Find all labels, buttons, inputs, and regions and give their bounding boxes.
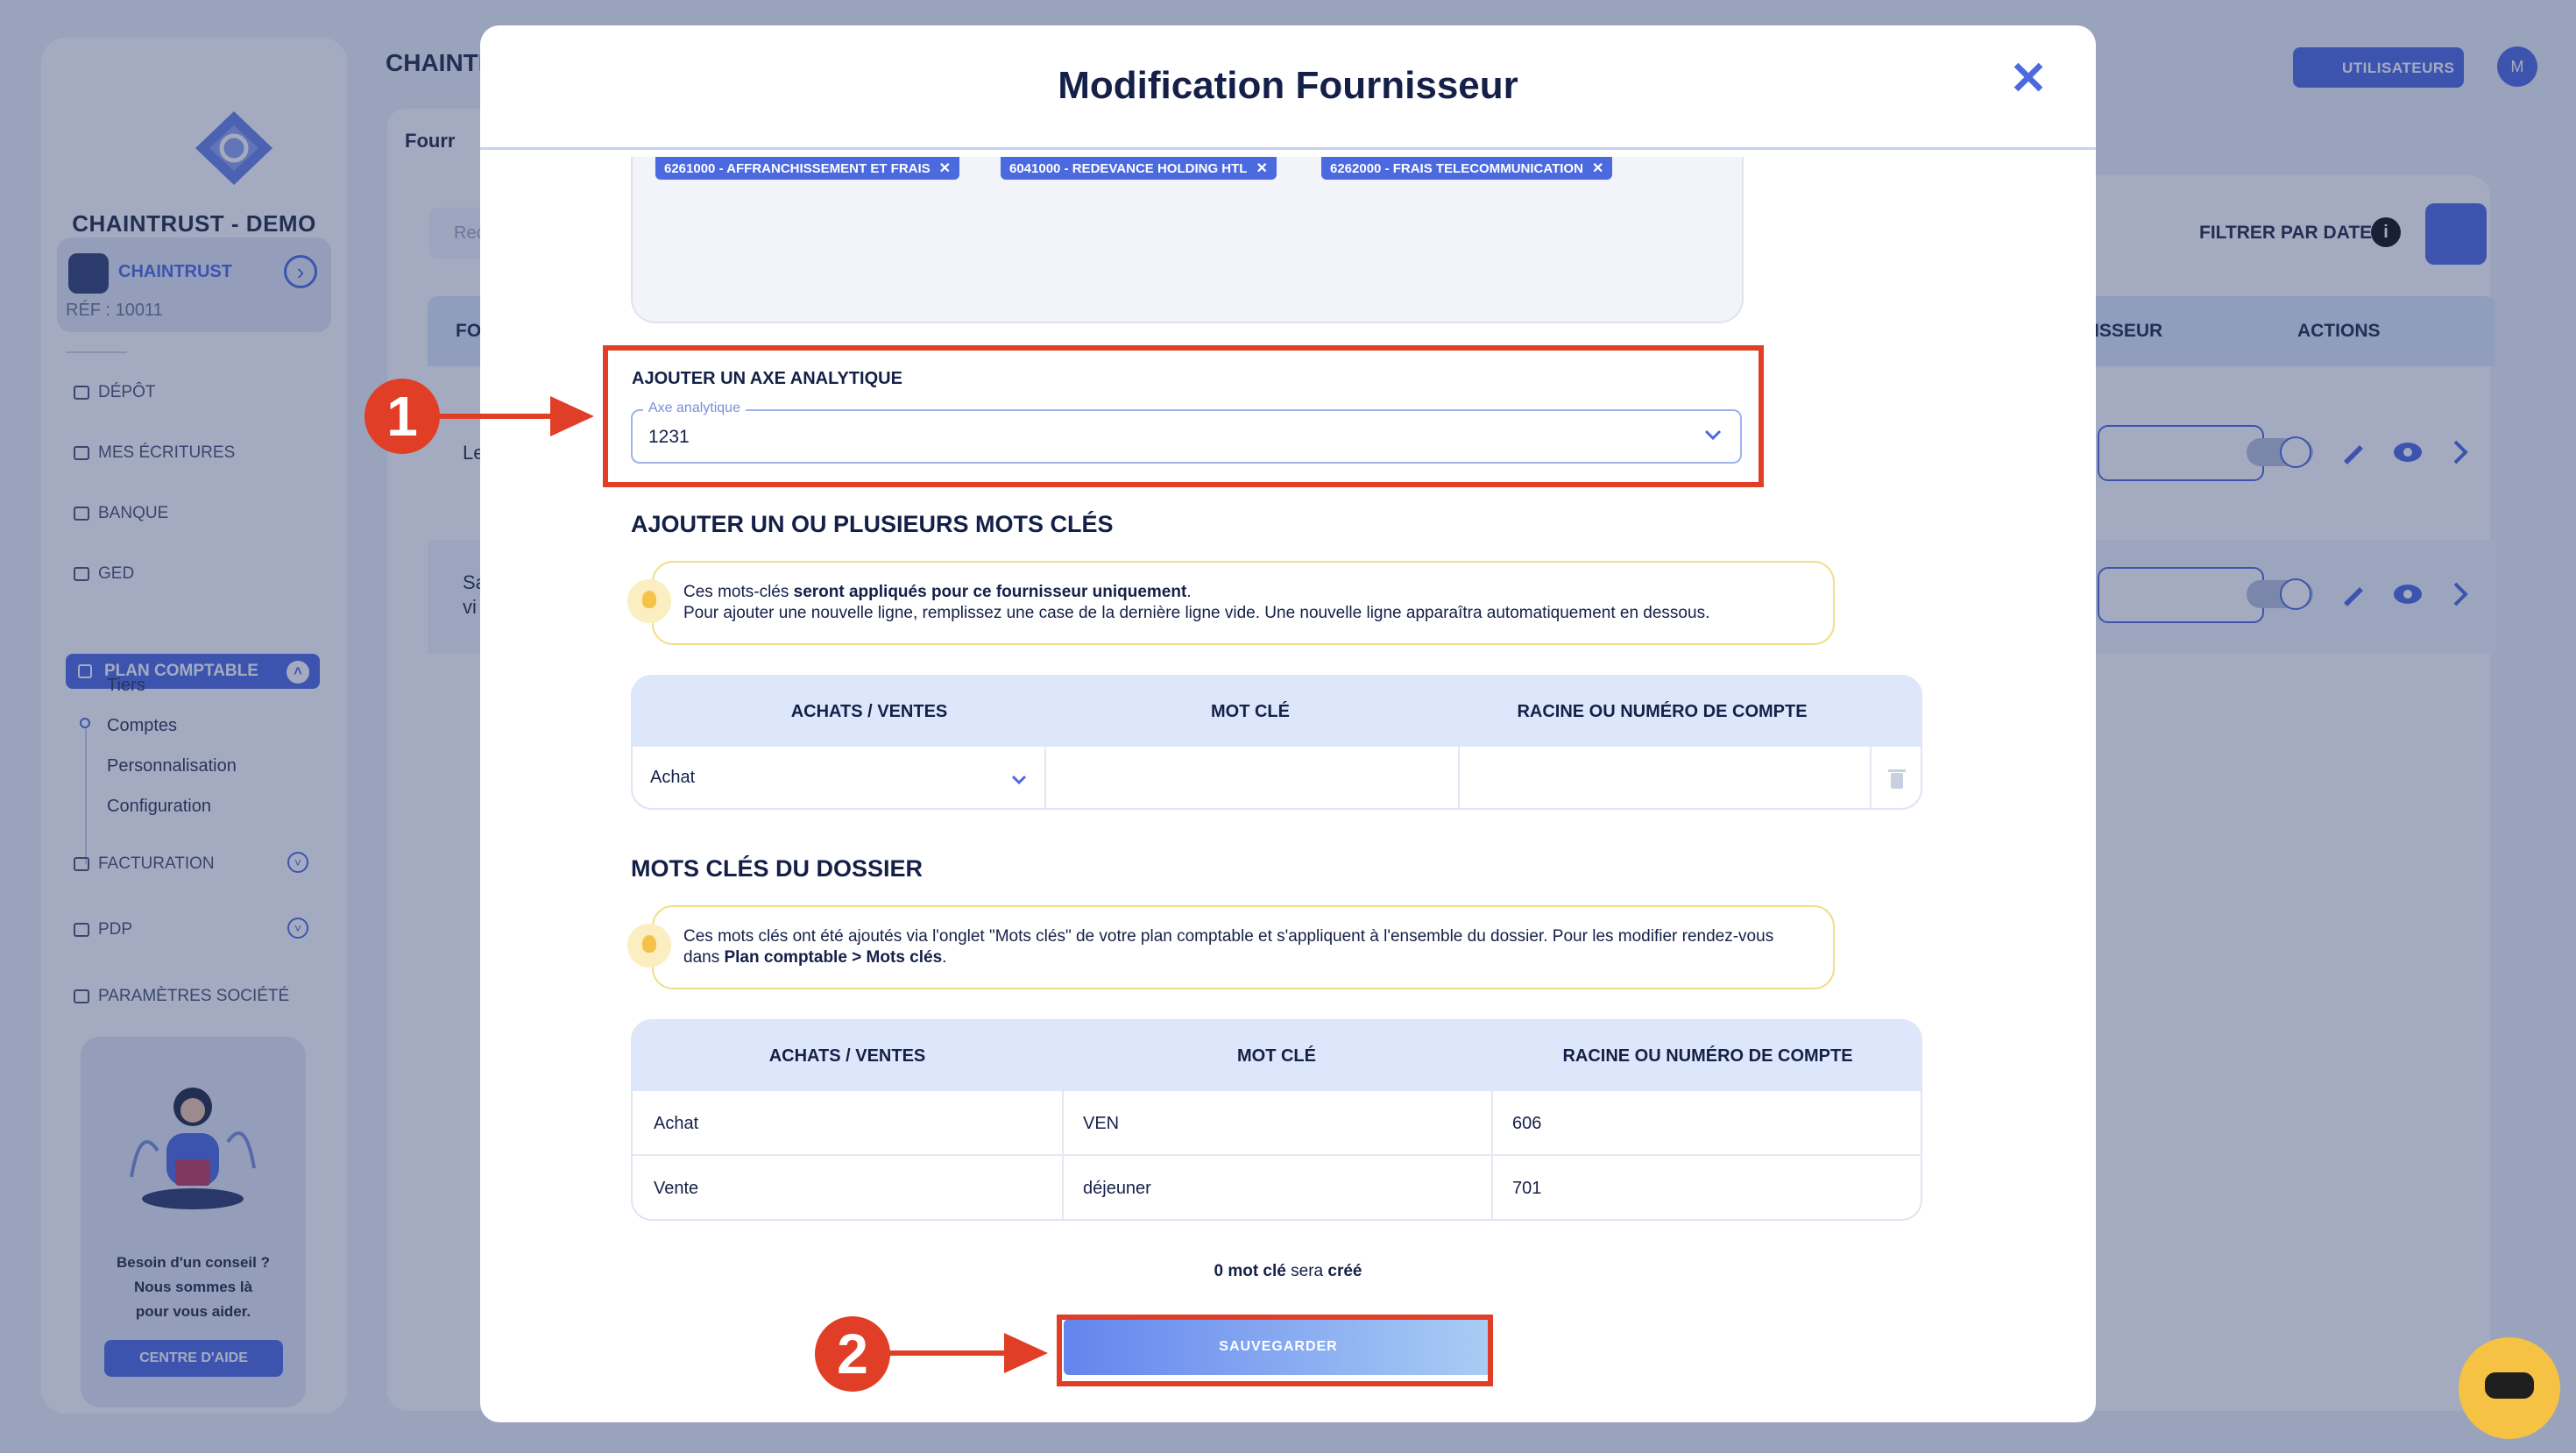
step-badge-2: 2 [815,1316,890,1392]
row-type: Achat [654,1114,699,1133]
trash-icon[interactable] [1886,766,1908,792]
keywords-section-title: AJOUTER UN OU PLUSIEURS MOTS CLÉS [631,511,1114,537]
row-keyword: VEN [1083,1114,1120,1133]
header-type: ACHATS / VENTES [790,702,948,721]
info-bold: seront appliqués pour ce fournisseur uni… [793,583,1187,601]
info-line-2: Pour ajouter une nouvelle ligne, remplis… [683,604,1710,622]
account-input[interactable] [1460,748,1868,808]
row-account: 701 [1512,1179,1542,1198]
edit-supplier-modal: Modification Fournisseur ✕ 6261000 - AFF… [480,25,2096,1422]
dossier-info-box: Ces mots clés ont été ajoutés via l'ongl… [652,905,1835,989]
header-account: RACINE OU NUMÉRO DE COMPTE [1562,1046,1853,1066]
account-tag: 6262000 - FRAIS TELECOMMUNICATION ✕ [1321,157,1613,180]
divider [1062,1091,1064,1219]
divider [480,147,2096,150]
info-text: Ces mots-clés [683,583,794,601]
keywords-table: ACHATS / VENTES MOT CLÉ RACINE OU NUMÉRO… [631,675,1922,810]
highlight-analytic-axis [603,345,1764,487]
divider [1870,747,1872,808]
row-type: Vente [654,1179,699,1198]
info-line-1: Ces mots-clés seront appliqués pour ce f… [683,582,1833,603]
header-type: ACHATS / VENTES [768,1046,926,1066]
info-text: dans [683,948,725,967]
header-account: RACINE OU NUMÉRO DE COMPTE [1517,702,1808,721]
header-keyword: MOT CLÉ [1237,1046,1316,1066]
counter-end: créé [1327,1262,1362,1280]
lightbulb-icon [627,579,671,623]
close-icon[interactable]: ✕ [2006,56,2050,102]
tag-label: 6261000 - AFFRANCHISSEMENT ET FRAIS [664,161,931,176]
divider [1491,1091,1493,1219]
info-line-2: dans Plan comptable > Mots clés. [683,947,1833,968]
account-tags-field[interactable]: 6261000 - AFFRANCHISSEMENT ET FRAIS ✕ 604… [631,157,1744,323]
dossier-keywords-table: ACHATS / VENTES MOT CLÉ RACINE OU NUMÉRO… [631,1019,1922,1221]
lightbulb-icon [627,924,671,967]
row-keyword: déjeuner [1083,1179,1151,1198]
keyword-type-select[interactable]: Achat [650,768,695,788]
info-line-1: Ces mots clés ont été ajoutés via l'ongl… [683,927,1774,946]
counter-count: 0 mot clé [1214,1262,1286,1280]
remove-tag-icon[interactable]: ✕ [1256,161,1267,176]
divider [633,1154,1921,1156]
modal-title: Modification Fournisseur [1058,64,1518,107]
keywords-info-box: Ces mots-clés seront appliqués pour ce f… [652,561,1835,645]
header-keyword: MOT CLÉ [1211,702,1290,721]
tag-label: 6262000 - FRAIS TELECOMMUNICATION [1330,161,1583,176]
arrow-right-icon [438,396,594,436]
info-text: . [1186,583,1192,601]
counter-middle: sera [1285,1262,1328,1280]
dossier-keywords-title: MOTS CLÉS DU DOSSIER [631,855,924,882]
info-bold: Plan comptable > Mots clés [724,948,943,967]
remove-tag-icon[interactable]: ✕ [939,161,951,176]
tag-label: 6041000 - REDEVANCE HOLDING HTL [1009,161,1248,176]
account-tag: 6261000 - AFFRANCHISSEMENT ET FRAIS ✕ [655,157,960,180]
remove-tag-icon[interactable]: ✕ [1592,161,1603,176]
row-account: 606 [1512,1114,1542,1133]
highlight-save-button [1057,1315,1493,1386]
chevron-down-icon[interactable] [1008,768,1030,790]
keyword-counter: 0 mot clé sera créé [480,1262,2096,1281]
account-tag: 6041000 - REDEVANCE HOLDING HTL ✕ [1001,157,1277,180]
keyword-input[interactable] [1046,748,1456,808]
step-badge-1: 1 [364,379,440,454]
chat-icon[interactable] [2459,1337,2560,1439]
arrow-right-icon [888,1333,1048,1373]
info-text: . [942,948,947,967]
